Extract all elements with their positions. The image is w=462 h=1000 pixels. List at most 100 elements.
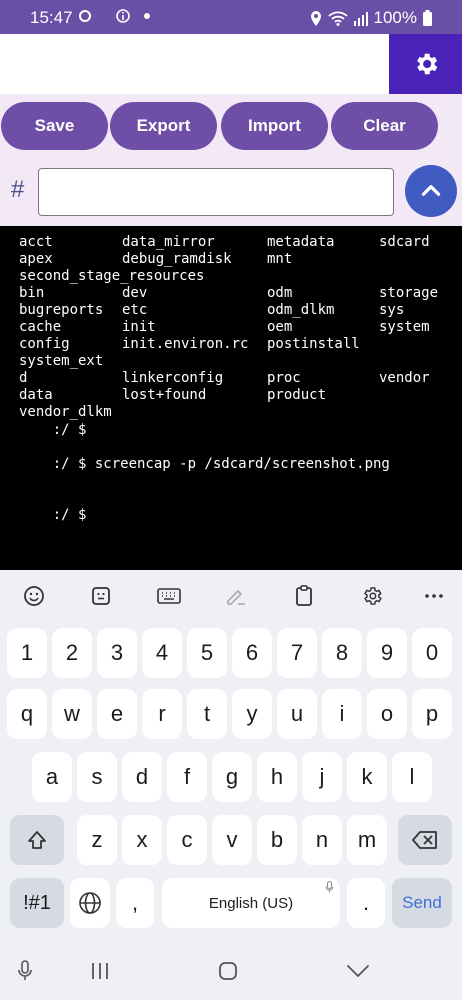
location-icon: [310, 10, 321, 26]
save-button[interactable]: Save: [1, 102, 108, 150]
number-key-4[interactable]: 4: [142, 628, 182, 678]
shift-icon: [28, 831, 46, 849]
terminal-entry: system: [379, 319, 430, 335]
number-key-0[interactable]: 0: [412, 628, 452, 678]
more-options-button[interactable]: [420, 582, 448, 610]
command-input[interactable]: [38, 168, 394, 216]
settings-button[interactable]: [389, 34, 462, 94]
keyboard-mode-button[interactable]: [155, 582, 183, 610]
terminal-entry: data_mirror: [122, 234, 215, 250]
terminal-output: acct data_mirror metadata sdcard apex debug_r…: [0, 226, 462, 570]
keyboard-icon: [157, 588, 181, 604]
terminal-entry: debug_ramdisk: [122, 251, 232, 267]
letter-key-b[interactable]: b: [257, 815, 297, 865]
number-key-8[interactable]: 8: [322, 628, 362, 678]
backspace-icon: [412, 831, 437, 849]
terminal-entry: sys: [379, 302, 405, 318]
letter-key-g[interactable]: g: [212, 752, 252, 802]
letter-key-k[interactable]: k: [347, 752, 387, 802]
terminal-entry: etc: [122, 302, 148, 318]
settings-gear-icon: [416, 53, 437, 75]
letter-key-i[interactable]: i: [322, 689, 362, 739]
mic-icon: [325, 881, 334, 893]
letter-key-v[interactable]: v: [212, 815, 252, 865]
letter-key-d[interactable]: d: [122, 752, 162, 802]
emoji-icon: [24, 586, 44, 606]
home-icon[interactable]: [218, 961, 238, 981]
terminal-entry: cache: [19, 319, 62, 335]
number-key-7[interactable]: 7: [277, 628, 317, 678]
history-up-button[interactable]: [405, 165, 457, 217]
battery-percent: 100%: [373, 8, 417, 27]
period-key[interactable]: .: [347, 878, 385, 928]
terminal-command-line: :/ $ screencap -p /sdcard/screenshot.png: [19, 456, 390, 472]
send-key[interactable]: Send: [392, 878, 452, 928]
letter-key-z[interactable]: z: [77, 815, 117, 865]
dot-icon: [144, 13, 150, 19]
symbols-key[interactable]: !#1: [10, 878, 64, 928]
back-icon[interactable]: [346, 964, 370, 978]
letter-key-w[interactable]: w: [52, 689, 92, 739]
export-button[interactable]: Export: [110, 102, 217, 150]
terminal-entry: acct: [19, 234, 53, 250]
letter-key-q[interactable]: q: [7, 689, 47, 739]
letter-key-s[interactable]: s: [77, 752, 117, 802]
status-bar: 15:47 100%: [0, 0, 462, 34]
terminal-entry: second_stage_resources: [19, 268, 205, 284]
number-key-5[interactable]: 5: [187, 628, 227, 678]
handwriting-button[interactable]: [222, 582, 250, 610]
terminal-entry: data: [19, 387, 53, 403]
on-screen-keyboard: 1234567890 qwertyuiop asdfghjkl zxcvbnm …: [0, 622, 462, 942]
import-button[interactable]: Import: [221, 102, 328, 150]
prompt-symbol: #: [11, 176, 25, 203]
letter-key-j[interactable]: j: [302, 752, 342, 802]
terminal-entry: init: [122, 319, 156, 335]
space-key[interactable]: English (US): [162, 878, 340, 928]
letter-key-x[interactable]: x: [122, 815, 162, 865]
letter-key-h[interactable]: h: [257, 752, 297, 802]
terminal-entry: product: [267, 387, 327, 403]
letter-key-c[interactable]: c: [167, 815, 207, 865]
recents-icon[interactable]: [90, 962, 110, 980]
terminal-entry: odm: [267, 285, 293, 301]
language-key[interactable]: [70, 878, 110, 928]
letter-key-f[interactable]: f: [167, 752, 207, 802]
number-key-1[interactable]: 1: [7, 628, 47, 678]
wifi-icon: [327, 11, 348, 26]
terminal-entry: postinstall: [267, 336, 360, 352]
sticker-button[interactable]: [87, 582, 115, 610]
letter-key-y[interactable]: y: [232, 689, 272, 739]
number-key-9[interactable]: 9: [367, 628, 407, 678]
letter-key-n[interactable]: n: [302, 815, 342, 865]
letter-key-m[interactable]: m: [347, 815, 387, 865]
clear-button[interactable]: Clear: [331, 102, 438, 150]
globe-icon: [79, 892, 101, 914]
handwriting-icon: [227, 589, 245, 605]
terminal-entry: d: [19, 370, 28, 386]
keyboard-settings-button[interactable]: [358, 582, 386, 610]
letter-key-t[interactable]: t: [187, 689, 227, 739]
letter-key-e[interactable]: e: [97, 689, 137, 739]
clipboard-button[interactable]: [290, 582, 318, 610]
comma-key[interactable]: ,: [116, 878, 154, 928]
letter-key-l[interactable]: l: [392, 752, 432, 802]
terminal-entry: lost+found: [122, 387, 207, 403]
emoji-button[interactable]: [20, 582, 48, 610]
info-icon: [116, 9, 130, 23]
letter-key-u[interactable]: u: [277, 689, 317, 739]
number-key-6[interactable]: 6: [232, 628, 272, 678]
letter-key-o[interactable]: o: [367, 689, 407, 739]
mic-icon[interactable]: [17, 960, 33, 982]
number-key-3[interactable]: 3: [97, 628, 137, 678]
letter-key-p[interactable]: p: [412, 689, 452, 739]
terminal-entry: vendor_dlkm: [19, 404, 112, 420]
backspace-key[interactable]: [398, 815, 452, 865]
shift-key[interactable]: [10, 815, 64, 865]
system-nav-bar: [0, 942, 462, 1000]
terminal-entry: system_ext: [19, 353, 104, 369]
letter-key-r[interactable]: r: [142, 689, 182, 739]
terminal-entry: proc: [267, 370, 301, 386]
number-key-2[interactable]: 2: [52, 628, 92, 678]
letter-key-a[interactable]: a: [32, 752, 72, 802]
terminal-entry: oem: [267, 319, 293, 335]
